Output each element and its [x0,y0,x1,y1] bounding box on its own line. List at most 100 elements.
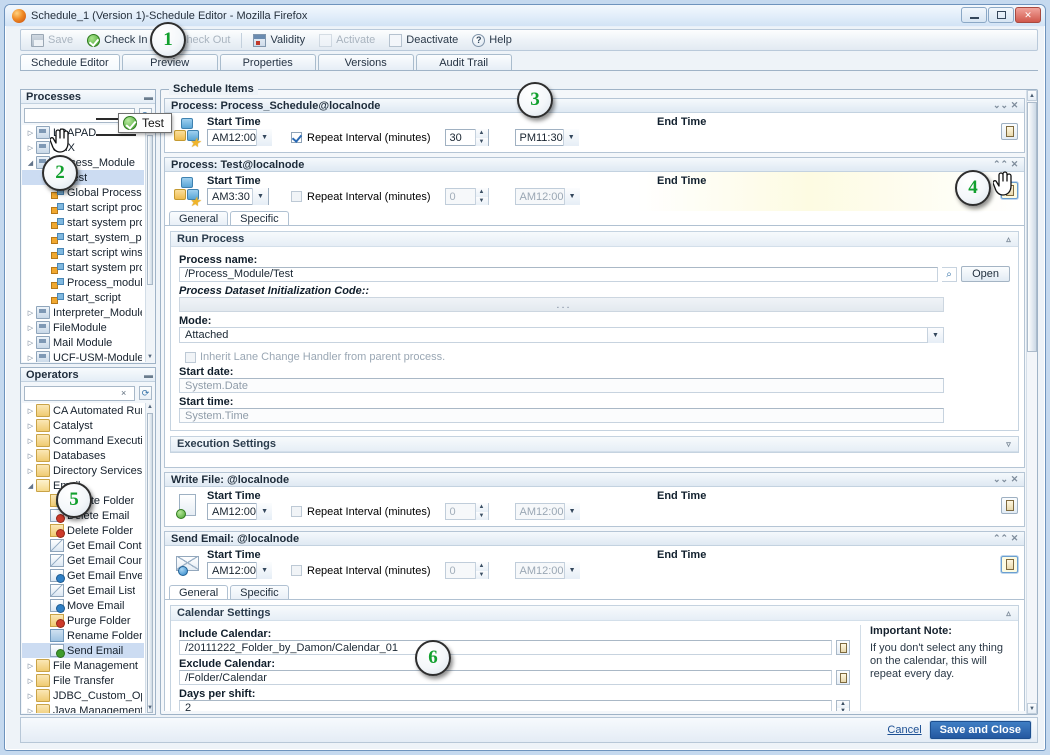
tree-item-jmx[interactable]: ▷JMX [22,140,144,155]
inherit-lane-checkbox[interactable] [185,352,196,363]
tree-item-ucf-usm-module[interactable]: ▷UCF-USM-Module [22,350,144,362]
close-icon[interactable]: ✕ [1009,100,1020,111]
scroll-up-icon[interactable]: ▲ [1027,90,1037,101]
spinner-buttons[interactable]: ▲▼ [475,503,488,520]
tree-item-start-script-winser[interactable]: start script winser [22,245,144,260]
scroll-thumb[interactable] [147,413,153,713]
tree-item-mail-module[interactable]: ▷Mail Module [22,335,144,350]
start-time-input[interactable]: System.Time [179,408,944,423]
chevron-down-icon[interactable]: ▼ [564,503,580,520]
exclude-calendar-browse-button[interactable] [836,670,850,685]
tree-item-start-script[interactable]: start_script [22,290,144,305]
start-time-combo[interactable]: AM12:00 ▼ [207,562,269,579]
tree-item-start-system-process[interactable]: start system process_ [22,215,144,230]
dataset-init-field[interactable]: ... [179,297,944,312]
spinner-buttons[interactable]: ▲▼ [475,188,488,205]
subtab-general[interactable]: General [169,211,228,225]
save-and-close-button[interactable]: Save and Close [930,721,1031,739]
repeat-interval-spinner[interactable]: 30 ▲▼ [445,129,489,146]
open-button[interactable]: Open [961,266,1010,282]
tree-item-file-transfer[interactable]: ▷File Transfer [22,673,144,688]
expand-icon[interactable]: ⌃⌃ [995,159,1006,170]
tree-item-start-script-process-wi[interactable]: start script process wi [22,200,144,215]
tree-item-rename-folder[interactable]: Rename Folder [22,628,144,643]
close-icon[interactable]: ✕ [1009,533,1020,544]
tree-item-interpreter-module[interactable]: ▷Interpreter_Module [22,305,144,320]
processes-tree[interactable]: ▷LDAPAD▷JMX◢Process_ModuleTestGlobal Pro… [22,125,154,362]
chevron-down-icon[interactable]: ▼ [256,562,272,579]
subtab-specific[interactable]: Specific [230,585,289,599]
expander-icon[interactable]: ▷ [25,677,36,685]
repeat-interval-spinner[interactable]: 0 ▲▼ [445,503,489,520]
repeat-interval-checkbox[interactable] [291,565,302,576]
execution-settings-header[interactable]: Execution Settings ▿ [171,437,1018,452]
end-time-combo[interactable]: AM12:00 ▼ [515,503,577,520]
expander-icon[interactable]: ▷ [25,452,36,460]
tab-versions[interactable]: Versions [318,54,414,70]
tree-item-send-email[interactable]: Send Email [22,643,144,658]
operators-tree[interactable]: ▷CA Automated Run Book▷Catalyst▷Command … [22,403,154,713]
tree-item-move-email[interactable]: Move Email [22,598,144,613]
repeat-interval-spinner[interactable]: 0 ▲▼ [445,188,489,205]
item-detail-button[interactable] [1001,123,1018,140]
tab-audit-trail[interactable]: Audit Trail [416,54,512,70]
tree-item-jdbc-custom-operators[interactable]: ▷JDBC_Custom_Operators [22,688,144,703]
operators-refresh-button[interactable]: ⟳ [139,386,152,400]
subtab-specific[interactable]: Specific [230,211,289,225]
tree-item-delete-folder[interactable]: Delete Folder [22,523,144,538]
tree-item-start-system-process[interactable]: start_system_process [22,230,144,245]
maximize-button[interactable] [988,7,1014,23]
include-calendar-input[interactable]: /20111222_Folder_by_Damon/Calendar_01 [179,640,832,655]
expander-icon[interactable]: ◢ [25,159,36,167]
chevron-down-icon[interactable]: ▼ [927,328,943,343]
expander-icon[interactable]: ▷ [25,422,36,430]
section-collapse-icon[interactable]: ▵ [1003,608,1014,619]
process-name-input[interactable]: /Process_Module/Test [179,267,938,282]
repeat-interval-checkbox[interactable] [291,506,302,517]
tree-item-start-system-process[interactable]: start system process [22,260,144,275]
tree-item-process-module-cust[interactable]: Process_module_Cust [22,275,144,290]
scroll-up-icon[interactable]: ▲ [146,403,154,412]
minimize-panel-icon[interactable]: ▬ [144,370,152,380]
days-per-shift-spinner[interactable]: ▲▼ [836,700,850,711]
collapse-icon[interactable]: ⌄⌄ [995,474,1006,485]
expander-icon[interactable]: ▷ [25,707,36,714]
chevron-down-icon[interactable]: ▼ [256,503,272,520]
tree-item-file-management[interactable]: ▷File Management [22,658,144,673]
tree-item-process-module[interactable]: ◢Process_Module [22,155,144,170]
activate-button[interactable]: Activate [313,33,381,48]
scroll-down-icon[interactable]: ▼ [146,704,154,713]
tree-item-get-email-list[interactable]: Get Email List [22,583,144,598]
start-time-combo[interactable]: AM3:30 ▼ [207,188,269,205]
tree-item-purge-folder[interactable]: Purge Folder [22,613,144,628]
start-time-combo[interactable]: AM12:00 ▼ [207,129,269,146]
expand-icon[interactable]: ⌃⌃ [995,533,1006,544]
item-detail-button[interactable] [1001,497,1018,514]
tree-item-directory-services[interactable]: ▷Directory Services [22,463,144,478]
validity-button[interactable]: Validity [247,33,311,48]
repeat-interval-checkbox[interactable] [291,132,302,143]
end-time-combo[interactable]: AM12:00 ▼ [515,188,577,205]
tree-item-test[interactable]: Test [22,170,144,185]
end-time-combo[interactable]: AM12:00 ▼ [515,562,577,579]
start-date-input[interactable]: System.Date [179,378,944,393]
tab-properties[interactable]: Properties [220,54,316,70]
item-detail-button[interactable] [1001,556,1018,573]
close-icon[interactable]: ✕ [1009,474,1020,485]
minimize-button[interactable] [961,7,987,23]
tree-item-get-email-content[interactable]: Get Email Content [22,538,144,553]
close-button[interactable]: ✕ [1015,7,1041,23]
exclude-calendar-input[interactable]: /Folder/Calendar [179,670,832,685]
mode-combo[interactable]: Attached ▼ [179,327,944,343]
section-collapse-icon[interactable]: ▵ [1003,234,1014,245]
tree-item-get-email-envelope[interactable]: Get Email Envelope [22,568,144,583]
tree-item-ca-automated-run-book[interactable]: ▷CA Automated Run Book [22,403,144,418]
expander-icon[interactable]: ▷ [25,437,36,445]
expander-icon[interactable]: ▷ [25,309,36,317]
expander-icon[interactable]: ◢ [25,482,36,490]
repeat-interval-checkbox[interactable] [291,191,302,202]
repeat-interval-spinner[interactable]: 0 ▲▼ [445,562,489,579]
minimize-panel-icon[interactable]: ▬ [144,92,152,102]
spinner-buttons[interactable]: ▲▼ [475,562,488,579]
end-time-combo[interactable]: PM11:30 ▼ [515,129,577,146]
